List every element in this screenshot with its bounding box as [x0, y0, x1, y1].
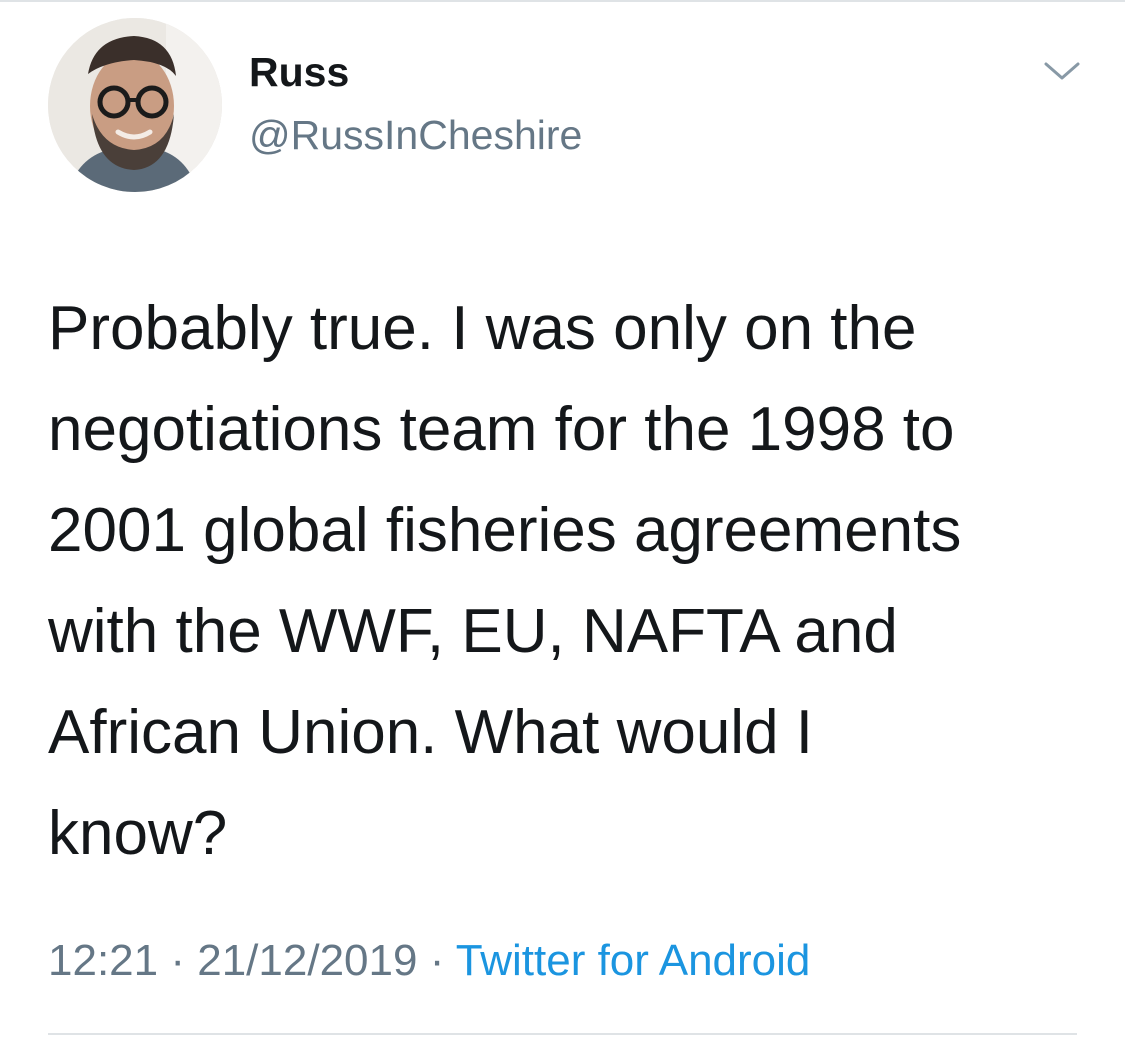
display-name[interactable]: Russ	[249, 49, 349, 96]
tweet: Russ @RussInCheshire Probably true. I wa…	[0, 0, 1125, 1038]
tweet-source-link[interactable]: Twitter for Android	[456, 936, 811, 985]
meta-separator: ·	[170, 936, 185, 985]
bottom-divider	[48, 1033, 1077, 1035]
tweet-text-line: Probably true. I was only on the	[48, 294, 917, 363]
tweet-text-line: African Union. What would I	[48, 698, 814, 767]
tweet-meta: 12:21 · 21/12/2019 · Twitter for Android	[48, 936, 810, 986]
avatar[interactable]	[48, 18, 222, 192]
tweet-date[interactable]: 21/12/2019	[197, 936, 417, 985]
tweet-text: Probably true. I was only on the negotia…	[48, 278, 1088, 884]
tweet-text-line: know?	[48, 799, 228, 868]
chevron-down-icon[interactable]	[1040, 56, 1084, 86]
tweet-text-line: negotiations team for the 1998 to	[48, 395, 955, 464]
tweet-text-line: 2001 global fisheries agreements	[48, 496, 962, 565]
tweet-text-line: with the WWF, EU, NAFTA and	[48, 597, 898, 666]
user-handle[interactable]: @RussInCheshire	[249, 112, 582, 159]
meta-separator: ·	[429, 936, 445, 985]
avatar-image	[48, 18, 222, 192]
tweet-time[interactable]: 12:21	[48, 936, 158, 985]
